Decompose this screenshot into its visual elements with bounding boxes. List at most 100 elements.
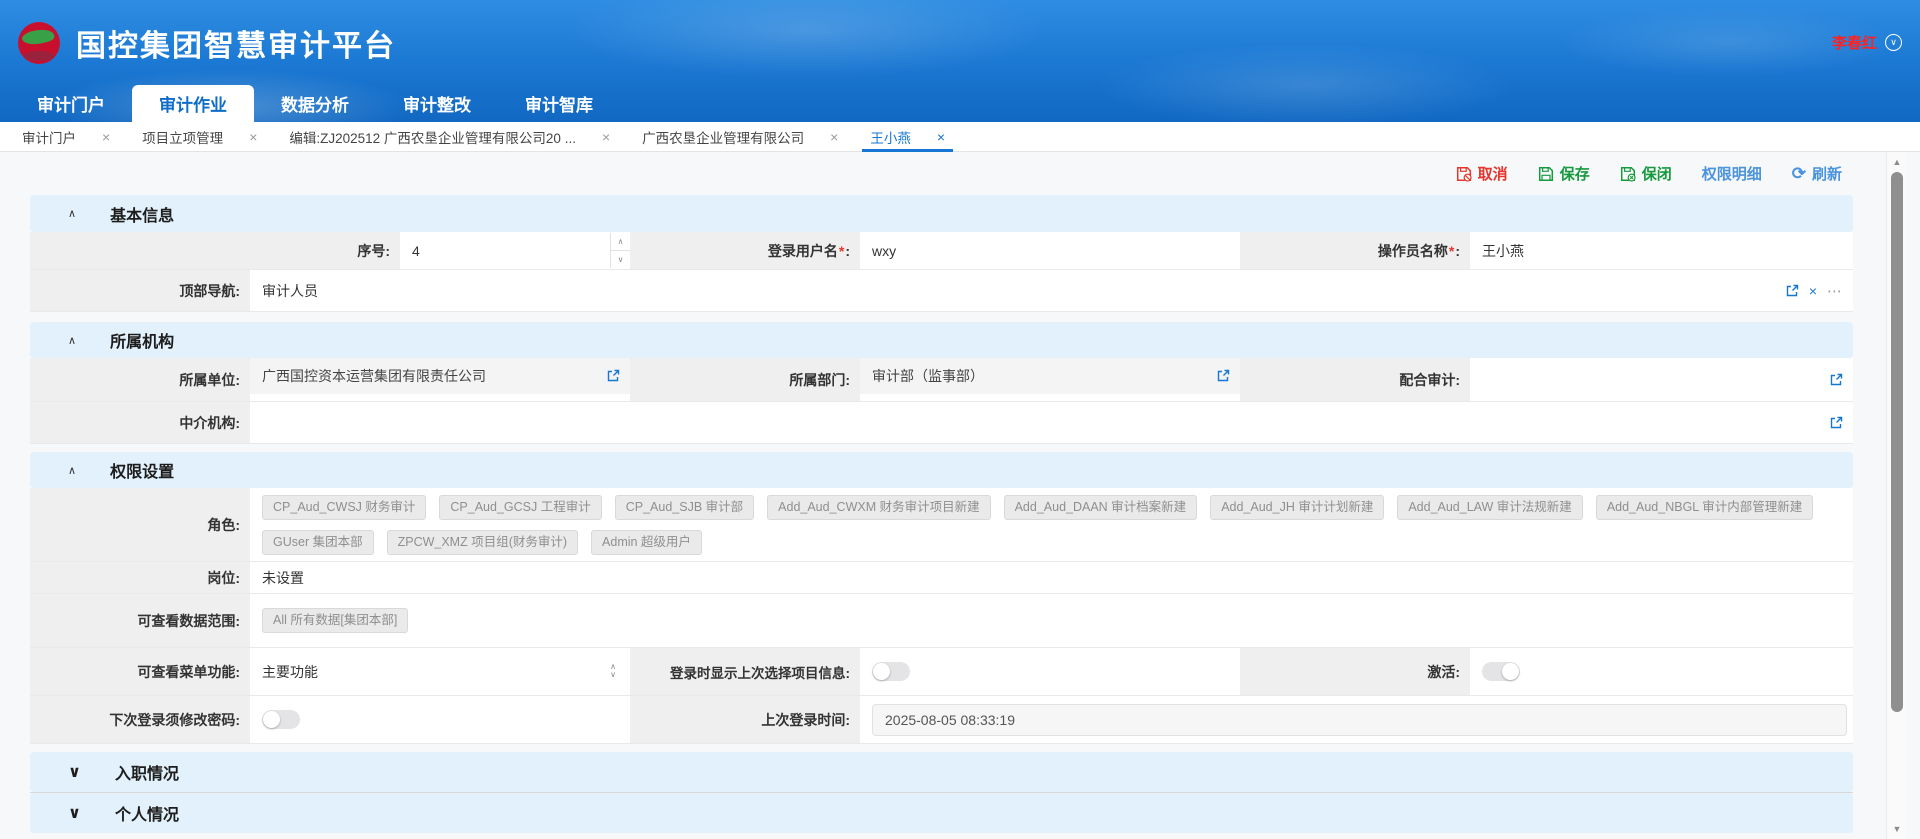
user-name: 李春红 [1832,32,1877,53]
vertical-scrollbar[interactable]: ▲ ▼ [1886,152,1906,839]
role-tag: Add_Aud_CWXM 财务审计项目新建 [767,495,990,520]
data-scope-tag: All 所有数据[集团本部] [262,608,408,633]
refresh-button[interactable]: ⟳ 刷新 [1792,163,1842,184]
chevron-up-icon: ∧ [68,334,76,347]
section-title: 所属机构 [110,328,174,352]
top-nav-label: 顶部导航: [30,270,250,311]
role-tag: Add_Aud_NBGL 审计内部管理新建 [1596,495,1813,520]
form-row-data-scope: 可查看数据范围: All 所有数据[集团本部] [30,594,1853,648]
save-floppy-icon [1538,166,1554,182]
menu-scope-label: 可查看菜单功能: [30,648,250,695]
more-icon[interactable]: ⋯ [1827,282,1843,300]
seq-input[interactable]: 4 ∧ ∨ [400,232,630,269]
show-last-proj-label: 登录时显示上次选择项目信息: [630,648,860,695]
org-unit-field[interactable]: 广西国控资本运营集团有限责任公司 [250,358,630,401]
section-title: 基本信息 [110,202,174,226]
operator-name-input[interactable]: 王小燕 [1470,232,1853,269]
section-basic-info[interactable]: ∧ 基本信息 [30,195,1853,232]
external-link-icon[interactable] [1829,373,1843,387]
active-toggle[interactable] [1482,662,1520,681]
nav-item-audit-knowledge[interactable]: 审计智库 [498,85,620,122]
roles-label: 角色: [30,488,250,561]
section-org[interactable]: ∧ 所属机构 [30,322,1853,358]
external-link-icon[interactable] [1829,416,1843,430]
form-row-seq: 序号: 4 ∧ ∨ 登录用户名*: wxy 操作员名称*: 王小燕 [30,232,1853,270]
tab-gxnk-company[interactable]: 广西农垦企业管理有限公司 × [626,122,854,151]
close-icon[interactable]: × [602,129,610,145]
scroll-up-icon[interactable]: ▲ [1887,154,1907,170]
permission-detail-button[interactable]: 权限明细 [1702,163,1762,184]
co-audit-field[interactable] [1470,358,1853,401]
nav-item-audit-portal[interactable]: 审计门户 [10,85,132,122]
save-close-button[interactable]: 保闭 [1620,163,1672,184]
tab-audit-portal[interactable]: 审计门户 × [6,122,126,151]
nav-item-audit-work[interactable]: 审计作业 [132,85,254,122]
user-menu[interactable]: 李春红 ∨ [1832,32,1902,53]
tab-project-setup[interactable]: 项目立项管理 × [126,122,273,151]
spinner-up-icon[interactable]: ∧ [611,233,630,251]
form-row-roles: 角色: CP_Aud_CWSJ 财务审计 CP_Aud_GCSJ 工程审计 CP… [30,488,1853,562]
form-row-menu-scope: 可查看菜单功能: 主要功能 ∧ ∨ 登录时显示上次选择项目信息: 激活: [30,648,1853,696]
clear-icon[interactable]: × [1809,283,1817,299]
agency-field[interactable] [250,402,1853,443]
tab-label: 编辑:ZJ202512 广西农垦企业管理有限公司20 ... [289,127,576,147]
role-tag: Admin 超级用户 [591,530,702,555]
org-unit-label: 所属单位: [30,358,250,401]
scroll-down-icon[interactable]: ▼ [1887,821,1907,837]
role-tag: CP_Aud_GCSJ 工程审计 [439,495,601,520]
app-title: 国控集团智慧审计平台 [76,21,396,65]
post-label: 岗位: [30,562,250,593]
save-button[interactable]: 保存 [1538,163,1590,184]
user-form: ∧ 基本信息 序号: 4 ∧ ∨ 登录用户名*: wxy 操作员名称*: [30,195,1853,833]
menu-scope-select[interactable]: 主要功能 ∧ ∨ [250,648,630,695]
active-label: 激活: [1240,648,1470,695]
section-personal[interactable]: ∨ 个人情况 [30,793,1853,833]
record-toolbar: 取消 保存 保闭 权限明细 ⟳ 刷新 [0,152,1920,195]
role-tag: Add_Aud_DAAN 审计档案新建 [1004,495,1198,520]
chevron-down-icon: ∨ [68,762,81,782]
operator-name-label: 操作员名称*: [1240,232,1470,269]
required-mark: * [1449,243,1454,259]
cancel-button[interactable]: 取消 [1456,163,1508,184]
last-login-value: 2025-08-05 08:33:19 [872,704,1847,736]
role-tag: Add_Aud_LAW 审计法规新建 [1397,495,1582,520]
scrollbar-thumb[interactable] [1891,172,1903,712]
tab-label: 项目立项管理 [142,127,223,147]
spinner-down-icon[interactable]: ∨ [611,251,630,268]
cancel-floppy-icon [1456,166,1472,182]
main-nav: 审计门户 审计作业 数据分析 审计整改 审计智库 [0,85,1920,122]
section-title: 个人情况 [115,801,179,825]
external-link-icon[interactable] [1785,284,1799,298]
tab-edit-zj202512[interactable]: 编辑:ZJ202512 广西农垦企业管理有限公司20 ... × [273,122,626,151]
close-icon[interactable]: × [830,129,838,145]
login-name-input[interactable]: wxy [860,232,1240,269]
active-field [1470,648,1853,695]
required-mark: * [839,243,844,259]
external-link-icon[interactable] [1216,369,1230,383]
department-label: 所属部门: [630,358,860,401]
save-close-floppy-icon [1620,166,1636,182]
department-field[interactable]: 审计部（监事部） [860,358,1240,401]
refresh-icon: ⟳ [1792,165,1806,182]
tab-wang-xiaoyan[interactable]: 王小燕 × [854,122,961,151]
change-pwd-toggle[interactable] [262,710,300,729]
role-tag: ZPCW_XMZ 项目组(财务审计) [387,530,578,555]
chevron-down-icon: ∨ [68,803,81,823]
top-nav-input[interactable]: 审计人员 × ⋯ [250,270,1853,311]
section-onboarding[interactable]: ∨ 入职情况 [30,752,1853,792]
show-last-proj-toggle[interactable] [872,662,910,681]
nav-item-data-analysis[interactable]: 数据分析 [254,85,376,122]
number-spinner[interactable]: ∧ ∨ [610,233,630,268]
show-last-proj-field [860,648,1240,695]
external-link-icon[interactable] [606,369,620,383]
close-icon[interactable]: × [249,129,257,145]
close-icon[interactable]: × [102,129,110,145]
close-icon[interactable]: × [937,129,945,145]
app-header: 国控集团智慧审计平台 李春红 ∨ 审计门户 审计作业 数据分析 审计整改 审计智… [0,0,1920,122]
nav-item-audit-rectify[interactable]: 审计整改 [376,85,498,122]
app-logo-icon [18,22,60,64]
tab-label: 广西农垦企业管理有限公司 [642,127,804,147]
page: 国控集团智慧审计平台 李春红 ∨ 审计门户 审计作业 数据分析 审计整改 审计智… [0,0,1920,839]
chevron-down-icon[interactable]: ∨ [1885,34,1902,51]
select-caret-icon[interactable]: ∧ ∨ [610,663,616,681]
